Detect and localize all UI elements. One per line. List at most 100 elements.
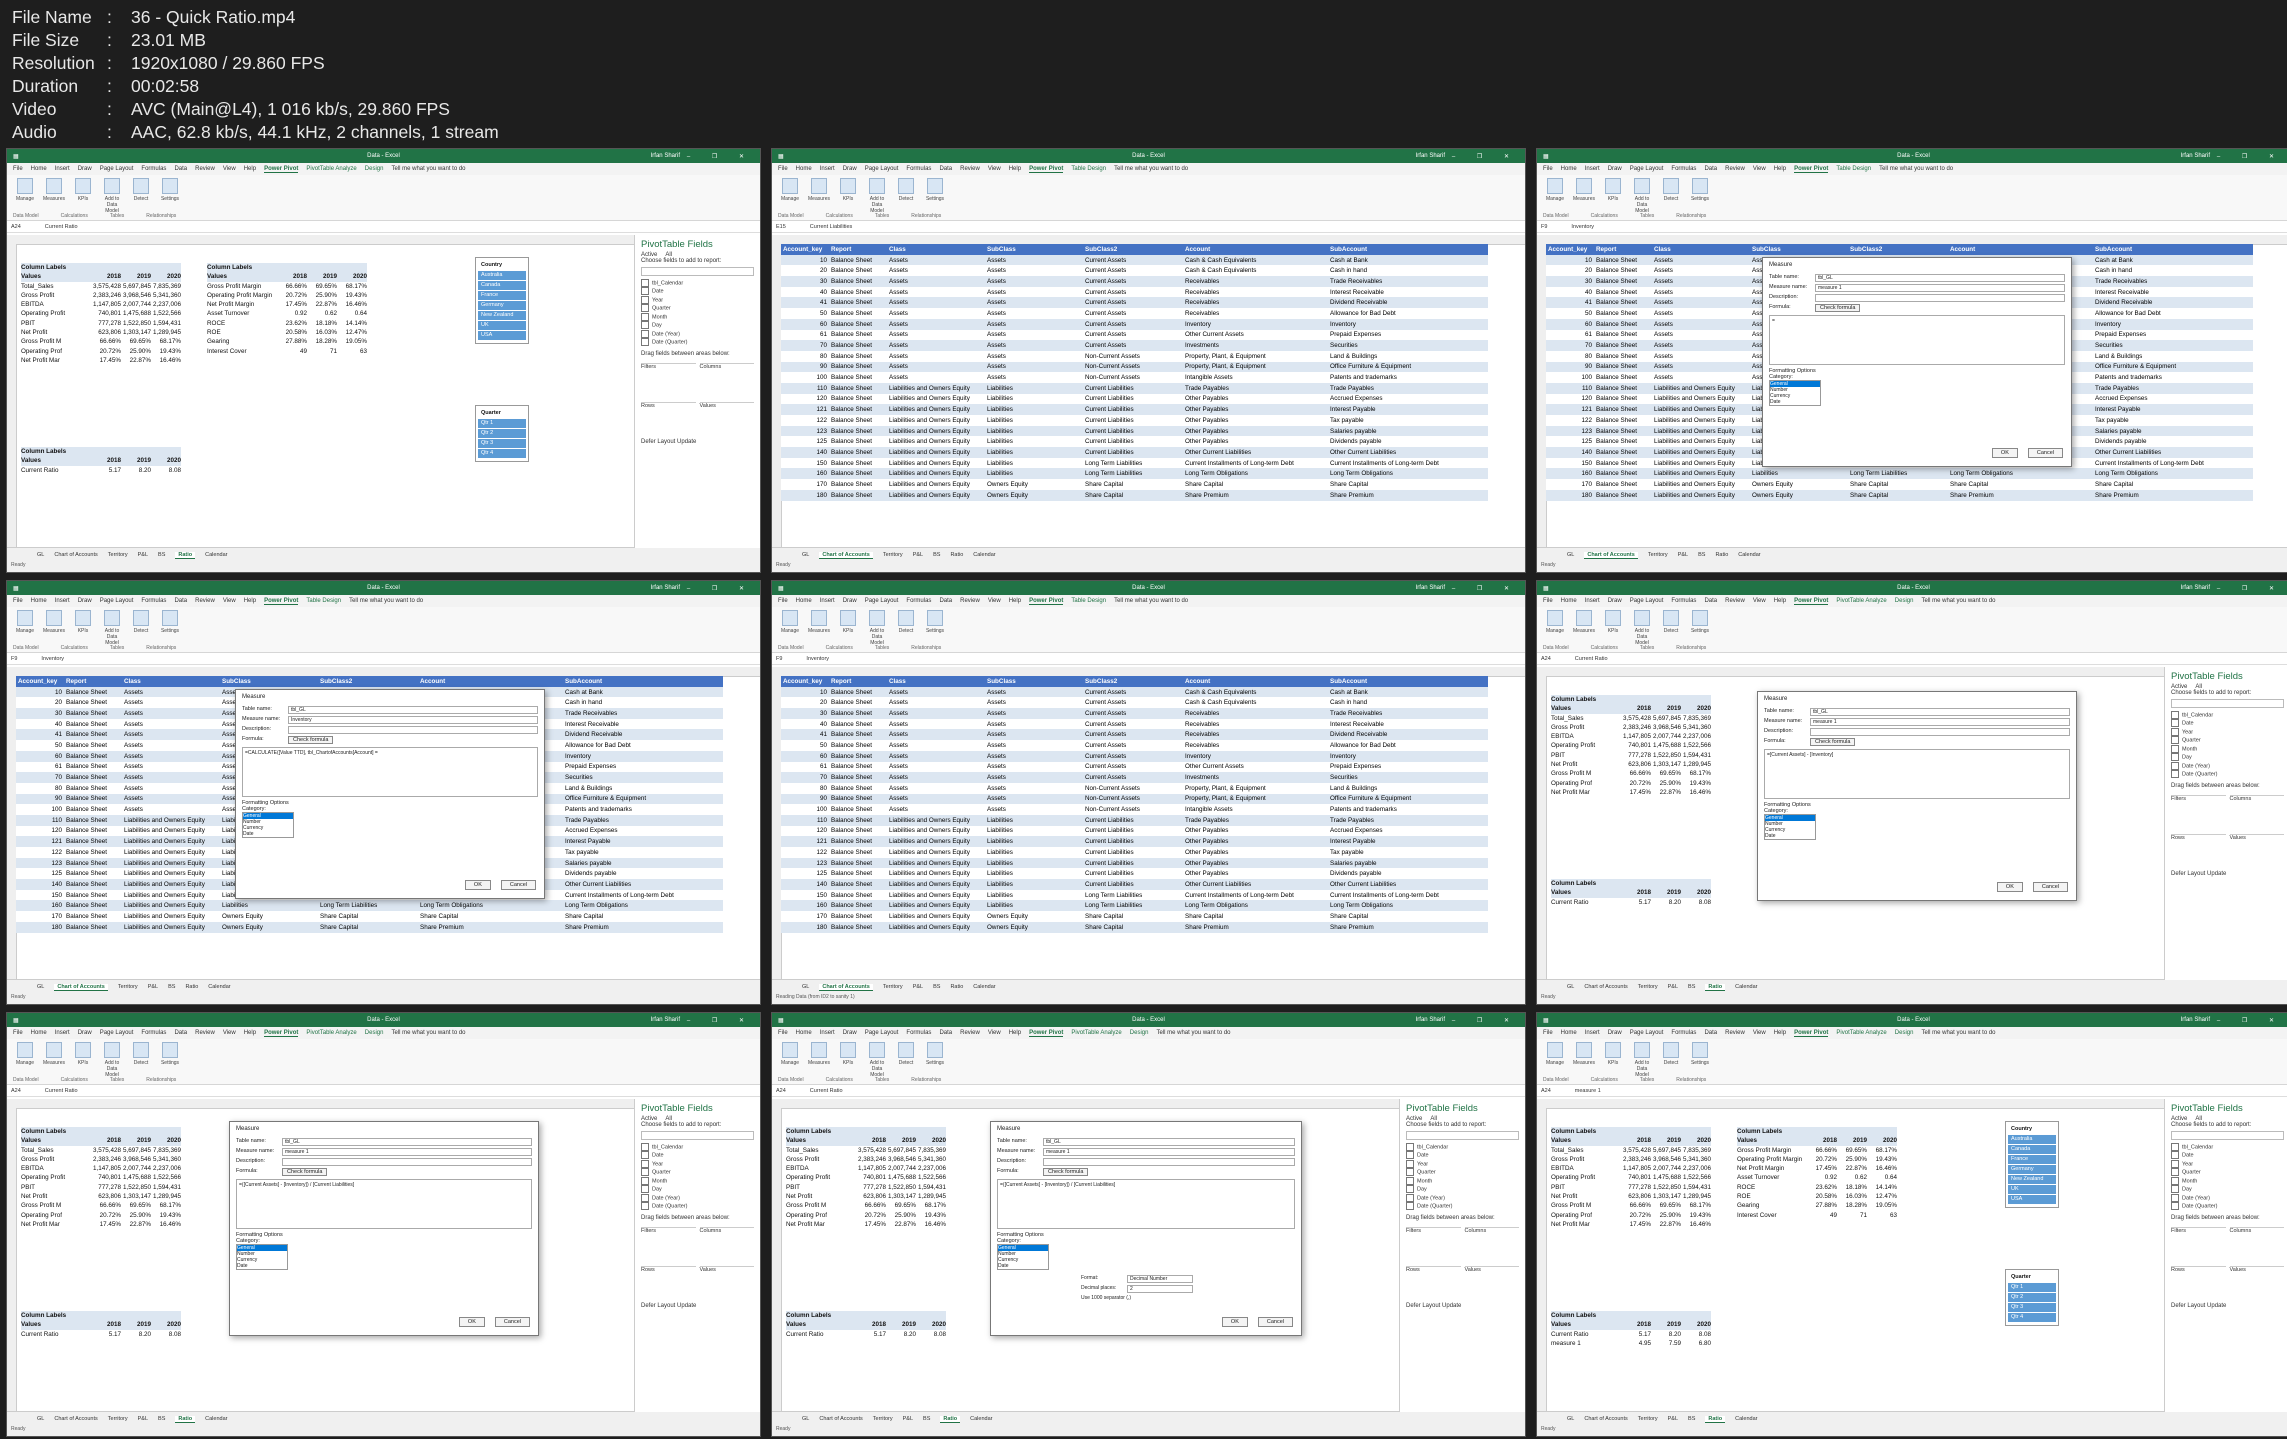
ribbon-button[interactable]: Settings (923, 178, 947, 217)
context-tab[interactable]: Design (1895, 1030, 1914, 1036)
field-item[interactable]: Date (Year) (641, 329, 754, 338)
ok-button[interactable]: OK (458, 1317, 485, 1327)
sheet-tab[interactable]: Ratio (1705, 1415, 1726, 1423)
area-box[interactable]: Values (1464, 1265, 1519, 1301)
table-cell[interactable]: Assets (985, 772, 1083, 783)
table-cell[interactable]: Land & Buildings (2093, 350, 2253, 362)
table-cell[interactable]: Current Liabilities (1083, 436, 1183, 448)
ribbon-button[interactable]: Add to Data Model (865, 1042, 889, 1081)
table-cell[interactable]: Balance Sheet (64, 900, 122, 912)
table-cell[interactable]: 30 (781, 276, 829, 287)
name-box[interactable]: A24 (1541, 1088, 1551, 1094)
table-cell[interactable]: Assets (985, 708, 1083, 719)
menu-draw[interactable]: Draw (1608, 166, 1622, 172)
column-header[interactable]: SubClass2 (1083, 244, 1183, 255)
ribbon-button[interactable]: Detect (129, 178, 153, 217)
table-cell[interactable]: 122 (16, 847, 64, 858)
menu-power-pivot[interactable]: Power Pivot (1794, 1030, 1829, 1037)
table-cell[interactable]: Share Premium (418, 921, 563, 933)
menu-page-layout[interactable]: Page Layout (865, 598, 899, 604)
table-cell[interactable]: Assets (887, 265, 985, 277)
field-item[interactable]: Date (641, 287, 754, 296)
column-header[interactable]: SubAccount (1328, 244, 1488, 255)
checkbox[interactable] (2171, 761, 2179, 770)
context-tab[interactable]: Table Design (1071, 166, 1106, 172)
sheet-tab[interactable]: Calendar (970, 1416, 992, 1422)
table-cell[interactable]: 10 (781, 686, 829, 698)
menu-review[interactable]: Review (195, 1030, 215, 1036)
category-option[interactable]: Date (237, 1263, 287, 1269)
table-cell[interactable]: Assets (1652, 297, 1750, 309)
field-input[interactable]: measure 1 (1043, 1148, 1295, 1156)
table-cell[interactable]: Assets (122, 750, 220, 762)
table-cell[interactable]: Liabilities and Owners Equity (887, 911, 985, 922)
slicer-item[interactable]: France (2008, 1155, 2056, 1164)
menu-draw[interactable]: Draw (843, 166, 857, 172)
area-box[interactable]: Values (699, 401, 754, 437)
sheet-tab[interactable]: BS (933, 984, 940, 990)
table-cell[interactable]: Liabilities and Owners Equity (887, 457, 985, 469)
table-cell[interactable]: Balance Sheet (1594, 489, 1652, 501)
table-cell[interactable]: Liabilities and Owners Equity (887, 404, 985, 415)
table-cell[interactable]: 50 (16, 740, 64, 751)
table-cell[interactable]: Current Installments of Long-term Debt (1328, 457, 1488, 469)
table-cell[interactable]: Dividends payable (563, 868, 723, 880)
table-cell[interactable]: Balance Sheet (829, 847, 887, 858)
field-item[interactable]: Day (2171, 1185, 2284, 1194)
checkbox[interactable] (2171, 1159, 2179, 1168)
menu-review[interactable]: Review (960, 166, 980, 172)
table-cell[interactable]: 123 (781, 425, 829, 437)
table-cell[interactable]: 150 (1546, 457, 1594, 469)
checkbox[interactable] (2171, 1176, 2179, 1185)
table-cell[interactable]: Long Term Obligations (1328, 468, 1488, 480)
table-cell[interactable]: Assets (985, 329, 1083, 341)
table-cell[interactable]: Dividend Receivable (1328, 729, 1488, 741)
table-cell[interactable]: Balance Sheet (64, 825, 122, 837)
table-cell[interactable]: Assets (1652, 361, 1750, 373)
table-cell[interactable]: 180 (16, 921, 64, 933)
table-cell[interactable]: Balance Sheet (64, 772, 122, 783)
menu-page-layout[interactable]: Page Layout (100, 166, 134, 172)
menu-help[interactable]: Help (244, 166, 256, 172)
context-tab[interactable]: PivotTable Analyze (1836, 598, 1886, 604)
table-cell[interactable]: 80 (781, 350, 829, 362)
table-cell[interactable]: Balance Sheet (1594, 329, 1652, 341)
column-header[interactable]: Account_key (1546, 244, 1594, 255)
table-cell[interactable]: Non-Current Assets (1083, 793, 1183, 805)
menu-data[interactable]: Data (1704, 598, 1717, 604)
table-cell[interactable]: 125 (781, 868, 829, 880)
menu-insert[interactable]: Insert (1585, 598, 1600, 604)
table-cell[interactable]: Land & Buildings (1328, 782, 1488, 794)
menu-formulas[interactable]: Formulas (141, 1030, 166, 1036)
formula-input[interactable]: measure 1 (1575, 1088, 1601, 1094)
ribbon-button[interactable]: KPIs (1601, 1042, 1625, 1081)
table-cell[interactable]: 110 (1546, 382, 1594, 394)
menu-data[interactable]: Data (939, 1030, 952, 1036)
slicer-item[interactable]: USA (478, 331, 526, 340)
tell-me[interactable]: Tell me what you want to do (1879, 166, 1953, 172)
table-cell[interactable]: Balance Sheet (64, 761, 122, 773)
context-tab[interactable]: Design (1895, 598, 1914, 604)
menu-draw[interactable]: Draw (1608, 1030, 1622, 1036)
table-cell[interactable]: Balance Sheet (64, 879, 122, 890)
table-cell[interactable]: Prepaid Expenses (2093, 329, 2253, 341)
ribbon-button[interactable]: Settings (1688, 610, 1712, 649)
table-cell[interactable]: Balance Sheet (1594, 350, 1652, 362)
tell-me[interactable]: Tell me what you want to do (391, 166, 465, 172)
table-cell[interactable]: Liabilities (985, 393, 1083, 405)
ok-button[interactable]: OK (464, 880, 491, 890)
sheet-tab[interactable]: GL (37, 552, 44, 558)
table-cell[interactable]: Other Payables (1183, 836, 1328, 847)
table-cell[interactable]: 10 (16, 686, 64, 698)
table-cell[interactable]: Interest Payable (563, 836, 723, 847)
checkbox[interactable] (641, 279, 649, 287)
category-list[interactable]: General Number Currency Date (1764, 814, 1816, 840)
table-cell[interactable]: Balance Sheet (829, 297, 887, 309)
table-cell[interactable]: Liabilities and Owners Equity (887, 436, 985, 448)
column-header[interactable]: Account (1183, 244, 1328, 255)
table-cell[interactable]: Trade Receivables (2093, 276, 2253, 287)
formula-input[interactable]: Current Ratio (810, 1088, 843, 1094)
table-cell[interactable]: Balance Sheet (829, 393, 887, 405)
ribbon-button[interactable]: KPIs (836, 178, 860, 217)
column-header[interactable]: Account (418, 676, 563, 687)
